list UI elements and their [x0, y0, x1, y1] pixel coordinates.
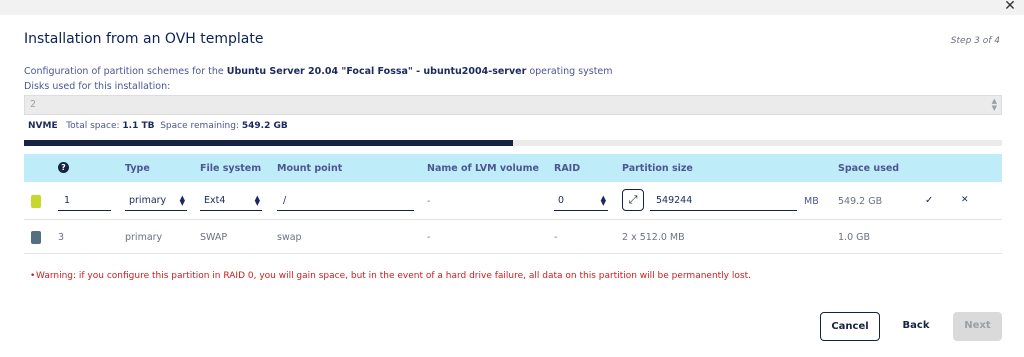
step-indicator: Step 3 of 4 — [950, 36, 1000, 46]
partition-color-swatch — [31, 231, 41, 244]
raid-value: - — [554, 232, 558, 243]
close-icon[interactable]: ✕ — [1002, 0, 1018, 14]
disks-label: Disks used for this installation: — [24, 81, 171, 92]
space-summary: NVME Total space: 1.1 TB Space remaining… — [28, 121, 288, 131]
type-value: primary — [125, 232, 163, 243]
raid-warning: • Warning: if you configure this partiti… — [30, 271, 751, 281]
space-used-value: 1.0 GB — [838, 232, 871, 243]
header-space-used: Space used — [838, 163, 900, 174]
remaining-label: Space remaining: — [160, 121, 239, 131]
expand-size-button[interactable]: ⤢ — [622, 189, 644, 211]
updown-icon: ▲ ▼ — [991, 97, 997, 112]
updown-icon: ▲ ▼ — [254, 194, 260, 207]
updown-icon: ▲ ▼ — [179, 194, 185, 207]
header-raid: RAID — [554, 163, 581, 174]
cancel-row-icon[interactable]: ✕ — [961, 195, 969, 205]
filesystem-value: Ext4 — [204, 195, 226, 206]
help-icon[interactable]: ? — [58, 162, 69, 173]
header-lvm: Name of LVM volume — [427, 163, 539, 174]
remaining-value: 549.2 GB — [241, 121, 288, 131]
cancel-button[interactable]: Cancel — [820, 312, 880, 341]
back-button[interactable]: Back — [896, 312, 936, 341]
total-value: 1.1 TB — [122, 121, 155, 131]
raid-select[interactable]: 0 ▲ ▼ — [554, 191, 608, 211]
disks-select[interactable]: 2 ▲ ▼ — [24, 95, 1002, 115]
desc-suffix: operating system — [526, 66, 613, 77]
config-description: Configuration of partition schemes for t… — [24, 66, 613, 77]
desc-prefix: Configuration of partition schemes for t… — [24, 66, 227, 77]
total-label: Total space: — [66, 121, 120, 131]
header-size: Partition size — [622, 163, 693, 174]
order-value: 3 — [58, 232, 65, 243]
size-value: 2 x 512.0 MB — [622, 232, 685, 243]
space-progress-fill — [24, 140, 513, 146]
size-unit: MB — [804, 196, 819, 207]
filesystem-select[interactable]: Ext4 ▲ ▼ — [200, 191, 262, 211]
disks-value: 2 — [30, 99, 37, 110]
next-button[interactable]: Next — [953, 312, 1002, 341]
header-mount: Mount point — [277, 163, 343, 174]
space-used-value: 549.2 GB — [838, 196, 883, 207]
os-name: Ubuntu Server 20.04 "Focal Fossa" - ubun… — [226, 66, 527, 77]
header-type: Type — [125, 163, 150, 174]
raid-value: 0 — [558, 195, 565, 206]
updown-icon: ▲ ▼ — [600, 194, 606, 207]
table-header: ? Type File system Mount point Name of L… — [24, 154, 1002, 182]
dialog-title: Installation from an OVH template — [24, 31, 264, 47]
top-bar: ✕ — [0, 0, 1024, 15]
mount-value: swap — [277, 232, 302, 243]
partition-color-swatch — [31, 195, 41, 208]
warning-bullet: • — [30, 271, 36, 281]
lvm-value: - — [427, 196, 431, 207]
lvm-value: - — [427, 232, 431, 243]
order-input[interactable]: 1 — [58, 191, 111, 211]
warning-text: Warning: if you configure this partition… — [36, 271, 751, 281]
type-value: primary — [129, 195, 167, 206]
mount-point-input[interactable]: / — [277, 191, 414, 211]
type-select[interactable]: primary ▲ ▼ — [125, 191, 187, 211]
expand-icon: ⤢ — [628, 193, 638, 206]
table-row: 1 primary ▲ ▼ Ext4 ▲ ▼ / - 0 ▲ ▼ ⤢ 549244 M… — [24, 182, 1002, 220]
space-progress-bar — [24, 140, 1002, 146]
partition-size-input[interactable]: 549244 — [650, 191, 797, 211]
table-row: 3 primary SWAP swap - - 2 x 512.0 MB 1.0… — [24, 220, 1002, 254]
filesystem-value: SWAP — [200, 232, 228, 243]
header-filesystem: File system — [200, 163, 262, 174]
confirm-icon[interactable]: ✓ — [925, 195, 933, 206]
storage-type: NVME — [28, 121, 58, 131]
